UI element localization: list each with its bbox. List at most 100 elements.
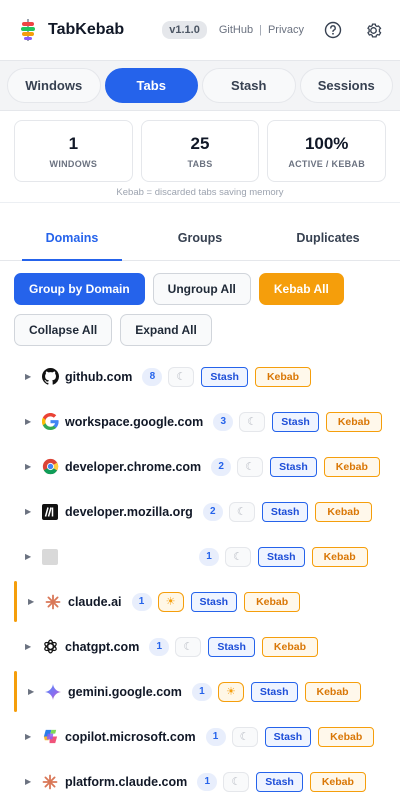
expand-caret-icon[interactable]: ▶ [25, 732, 37, 741]
kebab-button[interactable]: Kebab [323, 456, 380, 477]
link-separator: | [259, 24, 262, 36]
expand-caret-icon[interactable]: ▶ [25, 372, 37, 381]
expand-caret-icon[interactable]: ▶ [28, 597, 40, 606]
mode-tabs: Windows Tabs Stash Sessions [0, 60, 400, 111]
discarded-moon-icon[interactable]: ☾ [175, 636, 202, 657]
collapse-all-button[interactable]: Collapse All [14, 314, 113, 346]
discarded-moon-icon[interactable]: ☾ [223, 771, 250, 792]
stash-button[interactable]: Stash [256, 771, 303, 792]
discarded-moon-icon[interactable]: ☾ [168, 366, 195, 387]
discarded-moon-icon[interactable]: ☾ [231, 726, 258, 747]
kebab-button[interactable]: Kebab [261, 636, 318, 657]
blank-favicon-icon [41, 548, 59, 566]
expand-all-button[interactable]: Expand All [120, 314, 212, 346]
ungroup-all-button[interactable]: Ungroup All [152, 273, 251, 305]
domain-name: chatgpt.com [65, 639, 140, 654]
domain-row[interactable]: ▶ 1 ☾ Stash Kebab [0, 534, 400, 579]
kebab-button[interactable]: Kebab [254, 366, 312, 387]
domain-name: copilot.microsoft.com [65, 729, 196, 744]
kebab-button[interactable]: Kebab [311, 546, 368, 567]
subtab-domains[interactable]: Domains [8, 215, 136, 261]
subtab-duplicates[interactable]: Duplicates [264, 215, 392, 260]
expand-caret-icon[interactable]: ▶ [25, 642, 37, 651]
copilot-icon [41, 728, 59, 746]
domain-row[interactable]: ▶ developer.mozilla.org 2 ☾ Stash Kebab [0, 489, 400, 534]
domain-name: gemini.google.com [68, 684, 182, 699]
kebab-button[interactable]: Kebab [309, 771, 366, 792]
kebab-button[interactable]: Kebab [304, 681, 361, 702]
domain-row[interactable]: ▶ copilot.microsoft.com 1 ☾ Stash Kebab [0, 714, 400, 759]
tab-count-badge: 3 [213, 412, 234, 431]
chrome-icon [41, 458, 59, 476]
app-header: TabKebab v1.1.0 GitHub | Privacy [0, 0, 400, 60]
gemini-icon [44, 683, 62, 701]
discarded-moon-icon[interactable]: ☾ [239, 411, 266, 432]
stash-button[interactable]: Stash [261, 501, 309, 522]
group-by-domain-button[interactable]: Group by Domain [14, 273, 145, 305]
action-buttons: Group by Domain Ungroup All Kebab All Co… [0, 261, 400, 346]
tab-count-badge: 1 [191, 682, 212, 701]
discarded-moon-icon[interactable]: ☾ [228, 501, 255, 522]
tab-stash[interactable]: Stash [202, 68, 296, 103]
version-badge: v1.1.0 [162, 21, 207, 39]
active-sun-icon[interactable]: ☀ [217, 681, 244, 702]
kebab-all-button[interactable]: Kebab All [258, 273, 344, 305]
stash-button[interactable]: Stash [250, 681, 298, 702]
stat-label: WINDOWS [49, 158, 98, 169]
chatgpt-icon [41, 638, 59, 656]
expand-caret-icon[interactable]: ▶ [25, 462, 37, 471]
kebab-button[interactable]: Kebab [315, 501, 372, 522]
kebab-logo-icon [18, 19, 38, 41]
kebab-button[interactable]: Kebab [318, 726, 375, 747]
domain-row[interactable]: ▶ platform.claude.com 1 ☾ Stash Kebab [0, 759, 400, 800]
domain-name: developer.mozilla.org [65, 504, 193, 519]
tab-sessions[interactable]: Sessions [299, 68, 393, 103]
tab-count-badge: 1 [131, 592, 152, 611]
tab-count-badge: 2 [211, 457, 232, 476]
stash-button[interactable]: Stash [272, 411, 319, 432]
stat-value: 1 [68, 133, 79, 153]
stat-label: TABS [187, 158, 213, 169]
gear-icon[interactable] [362, 19, 384, 41]
stash-button[interactable]: Stash [258, 546, 305, 567]
expand-caret-icon[interactable]: ▶ [25, 777, 37, 786]
tab-count-badge: 8 [142, 367, 163, 386]
stash-button[interactable]: Stash [208, 636, 255, 657]
discarded-moon-icon[interactable]: ☾ [225, 546, 251, 567]
expand-caret-icon[interactable]: ▶ [25, 552, 37, 561]
expand-caret-icon[interactable]: ▶ [25, 507, 37, 516]
tab-count-badge: 1 [197, 772, 218, 791]
domain-row[interactable]: ▶ gemini.google.com 1 ☀ Stash Kebab [0, 669, 400, 714]
domain-name: github.com [65, 369, 133, 384]
subtab-groups[interactable]: Groups [136, 215, 264, 260]
active-sun-icon[interactable]: ☀ [157, 591, 184, 612]
stash-button[interactable]: Stash [270, 456, 317, 477]
help-icon[interactable] [322, 19, 344, 41]
tab-count-badge: 1 [199, 547, 219, 566]
domain-row[interactable]: ▶ claude.ai 1 ☀ Stash Kebab [0, 579, 400, 624]
stat-value: 25 [190, 133, 210, 153]
stash-button[interactable]: Stash [190, 591, 238, 612]
stash-button[interactable]: Stash [264, 726, 312, 747]
stat-tabs: 25 TABS [140, 120, 260, 182]
discarded-moon-icon[interactable]: ☾ [237, 456, 264, 477]
app-title: TabKebab [48, 21, 125, 38]
tab-tabs[interactable]: Tabs [104, 68, 198, 103]
domain-row[interactable]: ▶ developer.chrome.com 2 ☾ Stash Kebab [0, 444, 400, 489]
privacy-link[interactable]: Privacy [268, 24, 304, 36]
kebab-button[interactable]: Kebab [325, 411, 382, 432]
expand-caret-icon[interactable]: ▶ [28, 687, 40, 696]
stats-row: 1 WINDOWS 25 TABS 100% ACTIVE / KEBAB [0, 111, 400, 182]
expand-caret-icon[interactable]: ▶ [25, 417, 37, 426]
tab-windows[interactable]: Windows [7, 68, 101, 103]
domain-row[interactable]: ▶ workspace.google.com 3 ☾ Stash Kebab [0, 399, 400, 444]
kebab-button[interactable]: Kebab [244, 591, 301, 612]
github-link[interactable]: GitHub [219, 24, 253, 36]
domain-name: claude.ai [68, 594, 122, 609]
domain-row[interactable]: ▶ chatgpt.com 1 ☾ Stash Kebab [0, 624, 400, 669]
subtabs: Domains Groups Duplicates [0, 215, 400, 261]
tab-count-badge: 2 [202, 502, 223, 521]
domain-name: developer.chrome.com [65, 459, 202, 474]
domain-row[interactable]: ▶ github.com 8 ☾ Stash Kebab [0, 354, 400, 399]
stash-button[interactable]: Stash [201, 366, 248, 387]
